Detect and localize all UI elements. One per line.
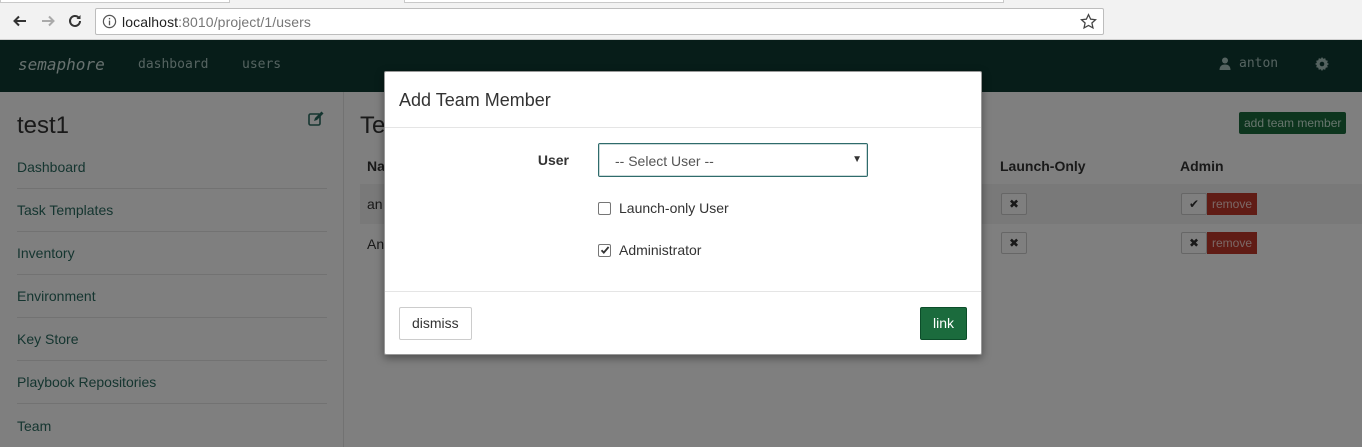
url-text: localhost:8010/project/1/users (122, 14, 312, 30)
administrator-checkbox[interactable] (598, 243, 611, 257)
modal-header: Add Team Member (385, 72, 981, 128)
browser-tab[interactable] (404, 0, 1004, 3)
chevron-down-icon: ▼ (852, 154, 862, 165)
address-bar[interactable]: localhost:8010/project/1/users (95, 8, 1104, 35)
tab-strip (0, 0, 1362, 3)
dismiss-button[interactable]: dismiss (399, 307, 472, 340)
add-team-member-modal: Add Team Member User -- Select User -- ▼… (384, 71, 982, 355)
modal-footer: dismiss link (385, 291, 981, 355)
launch-only-label: Launch-only User (619, 200, 729, 216)
user-field-label: User (537, 152, 569, 168)
modal-title: Add Team Member (399, 90, 551, 110)
checkmark-icon (600, 246, 609, 254)
bookmark-star-icon[interactable] (1080, 13, 1097, 30)
user-select[interactable]: -- Select User -- ▼ (598, 143, 868, 177)
administrator-label: Administrator (619, 242, 702, 258)
modal-body: User -- Select User -- ▼ Launch-only Use… (385, 128, 981, 292)
forward-icon[interactable] (36, 9, 60, 33)
info-icon[interactable] (102, 14, 117, 29)
browser-chrome: localhost:8010/project/1/users (0, 0, 1362, 40)
user-select-value: -- Select User -- (615, 153, 714, 169)
browser-tab[interactable] (0, 0, 230, 3)
launch-only-option[interactable]: Launch-only User (598, 200, 729, 216)
reload-icon[interactable] (63, 9, 87, 33)
link-button[interactable]: link (920, 307, 968, 340)
back-icon[interactable] (8, 9, 32, 33)
launch-only-checkbox[interactable] (598, 201, 611, 215)
administrator-option[interactable]: Administrator (598, 242, 701, 258)
